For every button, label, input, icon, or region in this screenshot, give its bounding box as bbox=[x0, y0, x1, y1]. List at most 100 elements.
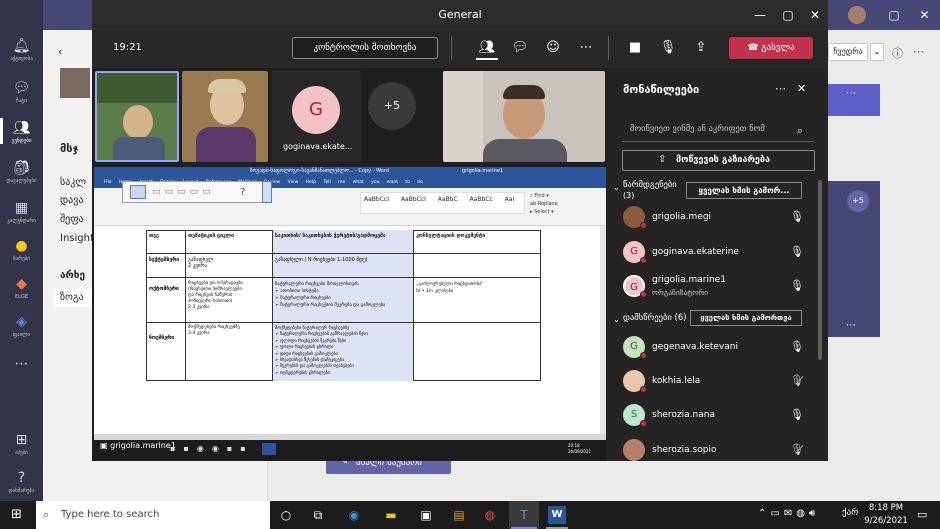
participant-row[interactable]: G gegenava.ketevani 🎙︎ bbox=[618, 333, 818, 363]
taskbar-search-input[interactable]: Type here to search bbox=[36, 501, 270, 529]
rail-item-teams[interactable]: 👥︎ გუნდები bbox=[0, 112, 43, 152]
sidebar-link[interactable]: დავა bbox=[60, 195, 83, 206]
chevron-down-icon[interactable]: ⌄ bbox=[613, 315, 620, 324]
chat-icon[interactable]: 💬︎ bbox=[509, 38, 531, 58]
ribbon-search[interactable]: Tell me what you want to do bbox=[323, 180, 423, 185]
participants-scrollbar[interactable] bbox=[818, 180, 822, 360]
mute-all-button[interactable]: ყველას ხმის გამორ... bbox=[686, 182, 802, 199]
camera-icon[interactable]: ■ bbox=[624, 38, 646, 58]
maximize-icon[interactable]: ▢ bbox=[879, 0, 909, 30]
app-icon[interactable]: ▤ bbox=[450, 506, 468, 524]
participant-row[interactable]: S sherozia.nana 🎙︎ bbox=[618, 401, 818, 431]
ellipsis-icon[interactable]: ⋯ bbox=[575, 38, 597, 58]
more-options-icon[interactable]: ⋯ bbox=[846, 320, 856, 331]
ribbon-tab[interactable]: View bbox=[288, 180, 299, 185]
invite-input[interactable]: მოიწვიეთ ვინმე ან აკრიფეთ ნომ bbox=[630, 124, 790, 134]
chevron-down-icon[interactable]: ⌄ bbox=[613, 183, 620, 192]
chrome-icon[interactable]: ◍ bbox=[481, 506, 499, 524]
sidebar-link[interactable]: საკლ bbox=[60, 177, 86, 188]
participant-row[interactable]: G goginava.ekaterine 🎙︎ bbox=[618, 238, 818, 268]
rail-item-chat[interactable]: 💬︎ ჩატი bbox=[0, 72, 43, 112]
microphone-icon[interactable]: 🎙︎ bbox=[790, 279, 804, 292]
request-control-button[interactable]: კონტროლის მოთხოვნა bbox=[292, 37, 438, 59]
microphone-muted-icon[interactable]: 🎙︎̸ bbox=[790, 374, 804, 387]
reactions-icon[interactable]: ☺ bbox=[542, 38, 564, 58]
status-dot bbox=[640, 420, 647, 427]
word-icon[interactable]: W bbox=[548, 506, 566, 524]
system-tray-icons[interactable]: ⌃▭✉◍🔊︎ bbox=[758, 508, 819, 519]
rail-item-help[interactable]: ? დახმარება bbox=[0, 462, 43, 502]
toolbar-icons[interactable]: ▭▭▭▭▭ bbox=[152, 187, 215, 197]
channel-general[interactable]: ზოგა bbox=[60, 292, 84, 303]
scroll-arrows[interactable] bbox=[262, 181, 272, 203]
participant-name: goginava.ekaterine bbox=[652, 247, 739, 257]
divider bbox=[608, 36, 609, 60]
rail-item-assignments[interactable]: 🎒︎ დავალებები bbox=[0, 152, 43, 192]
table-row-divider bbox=[146, 253, 541, 254]
back-icon[interactable]: ‹ bbox=[58, 45, 62, 58]
participant-row[interactable]: G grigolia.marine1 ორგანიზატორი 🎙︎ bbox=[618, 272, 818, 302]
leave-button[interactable]: ☎ გასვლა bbox=[729, 37, 813, 59]
share-screen-icon[interactable]: ⇪ bbox=[690, 38, 712, 58]
store-icon[interactable]: ▣ bbox=[417, 506, 435, 524]
share-icon: ⇪ bbox=[658, 154, 667, 165]
cortana-icon[interactable]: ○ bbox=[277, 506, 295, 524]
find-replace-group[interactable]: ⌕ Find ▾ ab Replace ▸ Select ▾ bbox=[530, 192, 600, 222]
help-icon[interactable]: ? bbox=[240, 187, 245, 198]
rail-item-activity[interactable]: 🔔︎ აქტივობა bbox=[0, 30, 43, 70]
participant-row[interactable]: kokhia.lela 🎙︎̸ bbox=[618, 367, 818, 397]
participant-row[interactable]: grigolia.megi 🎙︎ bbox=[618, 203, 818, 233]
microphone-icon[interactable]: 🎙︎ bbox=[657, 38, 679, 58]
file-explorer-icon[interactable]: ▬ bbox=[382, 506, 400, 524]
microphone-muted-icon[interactable]: 🎙︎̸ bbox=[790, 443, 804, 456]
rail-item-elge[interactable]: ◆ ELGE bbox=[0, 268, 43, 308]
video-tile[interactable] bbox=[182, 71, 268, 162]
avatar[interactable] bbox=[848, 6, 866, 24]
taskbar-date[interactable]: 9/26/2021 bbox=[864, 516, 908, 526]
close-icon[interactable]: ✕ bbox=[909, 0, 940, 30]
more-participants-tile[interactable]: +5 bbox=[364, 71, 440, 162]
teams-icon[interactable]: T bbox=[515, 506, 533, 524]
microphone-icon[interactable]: 🎙︎ bbox=[790, 245, 804, 258]
participant-row[interactable]: sherozia.sopio 🎙︎̸ bbox=[618, 436, 818, 461]
info-icon[interactable]: ⓘ bbox=[892, 45, 903, 61]
rail-item-calendar[interactable]: ▦ კალენდარი bbox=[0, 192, 43, 232]
participant-name: sherozia.nana bbox=[652, 410, 715, 420]
ribbon-tab[interactable]: Help bbox=[306, 180, 316, 185]
ellipsis-icon[interactable]: ⋯ bbox=[775, 82, 786, 95]
sidebar-link[interactable]: შეფა bbox=[60, 214, 84, 225]
windows-start-icon[interactable]: ⊞ bbox=[11, 508, 25, 522]
chevron-down-icon[interactable]: ⌄ bbox=[870, 43, 884, 61]
close-icon[interactable]: ✕ bbox=[797, 82, 806, 95]
participants-icon[interactable]: 👥︎ bbox=[476, 38, 498, 58]
maximize-icon[interactable]: ▢ bbox=[773, 0, 803, 30]
rail-item-files[interactable]: ◈ ფაილი bbox=[0, 306, 43, 346]
language-indicator[interactable]: ქარ bbox=[842, 508, 858, 518]
rail-more-button[interactable]: ⋯ bbox=[0, 344, 43, 384]
microphone-icon[interactable]: 🎙︎ bbox=[790, 408, 804, 421]
phone-icon: ☎ bbox=[747, 43, 762, 53]
more-options-icon[interactable]: ⋯ bbox=[846, 88, 856, 99]
toolbar-icon[interactable] bbox=[130, 185, 146, 199]
edge-icon[interactable]: ◉ bbox=[345, 506, 363, 524]
search-icon[interactable]: ⌕ bbox=[797, 124, 803, 138]
task-view-icon[interactable]: ⧉ bbox=[309, 506, 327, 524]
more-options-icon[interactable]: ⋯ bbox=[913, 45, 924, 58]
notifications-icon[interactable]: ▭ bbox=[917, 508, 927, 521]
microphone-icon[interactable]: 🎙︎ bbox=[790, 210, 804, 223]
table-header: თემატიკის ციკლი bbox=[188, 233, 234, 239]
document-scrollbar[interactable] bbox=[600, 226, 606, 434]
ribbon-tab[interactable]: File bbox=[104, 180, 112, 185]
mute-all-attendees-button[interactable]: ყველას ხმის გამორთვა bbox=[690, 310, 802, 326]
rail-item-elge-top[interactable]: ● ზარები bbox=[0, 230, 43, 270]
microphone-icon[interactable]: 🎙︎ bbox=[790, 340, 804, 353]
minimize-icon[interactable]: — bbox=[745, 0, 775, 30]
video-tile[interactable] bbox=[95, 71, 179, 162]
meet-button[interactable]: ჩვედრა bbox=[828, 43, 868, 61]
close-icon[interactable]: ✕ bbox=[800, 0, 830, 30]
video-tile[interactable] bbox=[443, 71, 605, 162]
table-cell: ნატურალური რიცხვები მოთვლისთვის ➢ ათობით… bbox=[275, 282, 386, 308]
video-tile-avatar[interactable]: G goginava.ekate... bbox=[271, 71, 361, 162]
taskbar-time[interactable]: 8:18 PM bbox=[864, 503, 908, 513]
rail-item-apps[interactable]: ⊞ აპები bbox=[0, 424, 43, 464]
